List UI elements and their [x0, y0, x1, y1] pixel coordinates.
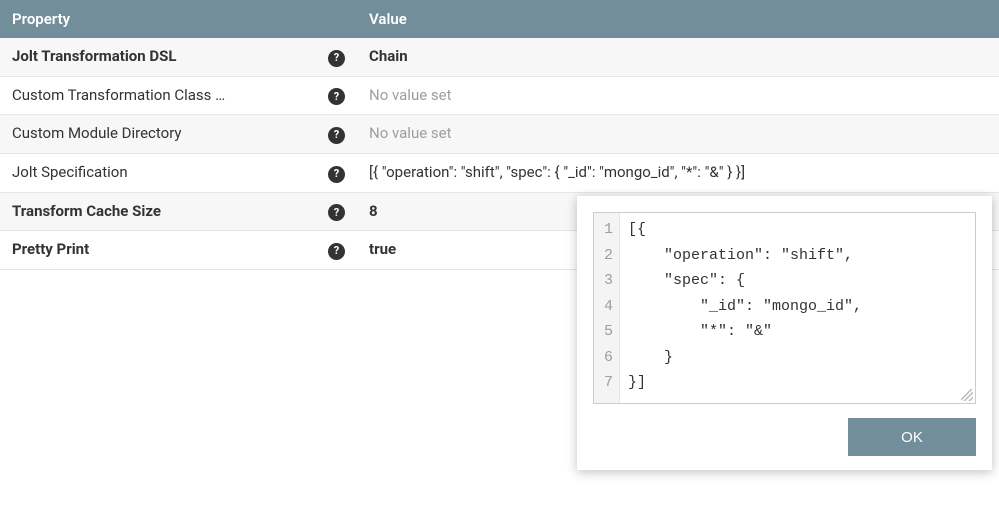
- help-cell: ?: [316, 76, 357, 115]
- property-name-cell: Pretty Print: [0, 231, 316, 270]
- table-row[interactable]: Custom Module Directory? No value set: [0, 115, 999, 154]
- property-name-cell: Custom Module Directory: [0, 115, 316, 154]
- ok-button[interactable]: OK: [848, 418, 976, 456]
- help-cell: ?: [316, 38, 357, 76]
- help-cell: ?: [316, 192, 357, 231]
- help-cell: ?: [316, 231, 357, 270]
- property-name-cell: Jolt Specification: [0, 153, 316, 192]
- table-row[interactable]: Custom Transformation Class …? No value s…: [0, 76, 999, 115]
- column-header-value: Value: [357, 0, 999, 38]
- table-row[interactable]: Jolt Specification? [{ "operation": "shif…: [0, 153, 999, 192]
- help-cell: ?: [316, 153, 357, 192]
- table-header-row: Property Value: [0, 0, 999, 38]
- help-icon[interactable]: ?: [328, 127, 345, 144]
- property-name-cell: Jolt Transformation DSL: [0, 38, 316, 76]
- editor-code[interactable]: [{ "operation": "shift", "spec": { "_id"…: [620, 213, 975, 403]
- help-cell: ?: [316, 115, 357, 154]
- property-value-cell[interactable]: Chain: [357, 38, 999, 76]
- help-icon[interactable]: ?: [328, 50, 345, 67]
- property-value-cell[interactable]: [{ "operation": "shift", "spec": { "_id"…: [357, 153, 999, 192]
- editor-gutter: 1 2 3 4 5 6 7: [594, 213, 620, 403]
- property-value-cell[interactable]: No value set: [357, 76, 999, 115]
- column-header-property: Property: [0, 0, 316, 38]
- property-name-cell: Custom Transformation Class …: [0, 76, 316, 115]
- help-icon[interactable]: ?: [328, 243, 345, 260]
- editor-resize-grip[interactable]: [961, 389, 973, 401]
- code-editor[interactable]: 1 2 3 4 5 6 7 [{ "operation": "shift", "…: [593, 212, 976, 404]
- help-icon[interactable]: ?: [328, 88, 345, 105]
- table-row[interactable]: Jolt Transformation DSL? Chain: [0, 38, 999, 76]
- help-icon[interactable]: ?: [328, 166, 345, 183]
- popup-footer: OK: [593, 418, 976, 456]
- property-name-cell: Transform Cache Size: [0, 192, 316, 231]
- property-value-cell[interactable]: No value set: [357, 115, 999, 154]
- column-header-help-spacer: [316, 0, 357, 38]
- help-icon[interactable]: ?: [328, 204, 345, 221]
- editor-popup: 1 2 3 4 5 6 7 [{ "operation": "shift", "…: [577, 196, 992, 470]
